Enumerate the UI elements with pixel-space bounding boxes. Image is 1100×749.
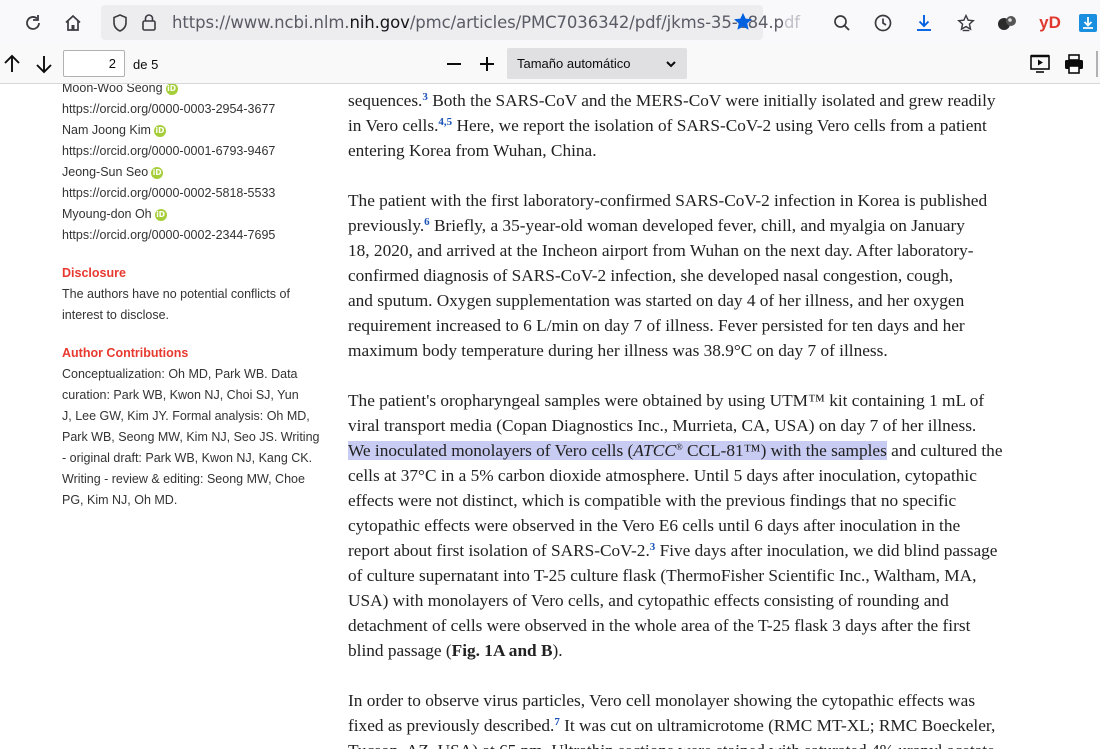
- contributions-text: Writing - review & editing: Seong MW, Ch…: [62, 472, 305, 486]
- reload-icon[interactable]: [17, 7, 49, 39]
- orcid-link[interactable]: https://orcid.org/0000-0002-5818-5533: [62, 186, 275, 200]
- previous-page-button[interactable]: [2, 53, 22, 80]
- author-row: Moon-Woo Seong iD: [62, 84, 178, 95]
- zoom-select[interactable]: Tamaño automático: [507, 48, 687, 79]
- text-line: entering Korea from Wuhan, China.: [348, 141, 597, 160]
- addon-yd-label: yD: [1039, 13, 1061, 32]
- author-name: Jeong-Sun Seo: [62, 165, 149, 179]
- author-row: Jeong-Sun Seo iD: [62, 165, 164, 179]
- browser-toolbar: https://www.ncbi.nlm.nih.gov/pmc/article…: [0, 0, 1100, 45]
- text-line: report about first isolation of SARS-CoV…: [348, 541, 998, 560]
- text-line: sequences.3 Both the SARS-CoV and the ME…: [348, 91, 996, 110]
- disclosure-text: The authors have no potential conflicts …: [62, 287, 290, 301]
- text-line: In order to observe virus particles, Ver…: [348, 691, 976, 710]
- text-line: previously.6 Briefly, a 35-year-old woma…: [348, 216, 965, 235]
- addon-pills-icon[interactable]: [991, 7, 1023, 39]
- page-count-label: de 5: [133, 57, 159, 72]
- addon-download-icon[interactable]: [1076, 7, 1100, 39]
- toolbar-separator: [1096, 51, 1098, 77]
- shield-icon[interactable]: [111, 13, 129, 38]
- text-selection[interactable]: We inoculated monolayers of Vero cells (…: [348, 441, 887, 460]
- pdf-page: Moon-Woo Seong iD https://orcid.org/0000-…: [0, 84, 1100, 749]
- contributions-heading: Author Contributions: [62, 346, 189, 360]
- orcid-icon[interactable]: iD: [165, 84, 178, 95]
- chevron-down-icon: [665, 57, 677, 75]
- text-line: We inoculated monolayers of Vero cells (…: [348, 441, 1003, 460]
- text-line: USA) with monolayers of Vero cells, and …: [348, 591, 949, 610]
- contributions-text: PG, Kim NJ, Oh MD.: [62, 493, 178, 507]
- pdf-toolbar: 2 de 5 Tamaño automático: [0, 45, 1100, 84]
- text-line: and sputum. Oxygen supplementation was s…: [348, 291, 965, 310]
- text-line: of culture supernatant into T-25 culture…: [348, 566, 977, 585]
- extensions-icon[interactable]: [950, 7, 982, 39]
- zoom-in-button[interactable]: [477, 54, 497, 79]
- text-line: cells at 37°C in a 5% carbon dioxide atm…: [348, 466, 977, 485]
- orcid-icon[interactable]: iD: [151, 167, 164, 179]
- orcid-icon[interactable]: iD: [154, 209, 167, 221]
- addon-yd-icon[interactable]: yD: [1033, 7, 1067, 39]
- presentation-mode-icon[interactable]: [1029, 53, 1051, 80]
- orcid-icon[interactable]: iD: [153, 125, 166, 137]
- address-bar[interactable]: https://www.ncbi.nlm.nih.gov/pmc/article…: [101, 5, 800, 40]
- text-line: blind passage (Fig. 1A and B).: [348, 641, 563, 660]
- author-row: Myoung-don Oh iD: [62, 207, 167, 221]
- author-name: Myoung-don Oh: [62, 207, 152, 221]
- url-text: https://www.ncbi.nlm.nih.gov/pmc/article…: [172, 13, 801, 32]
- text-line: The patient with the first laboratory-co…: [348, 191, 988, 210]
- text-line: effects were not distinct, which is comp…: [348, 491, 957, 510]
- bookmark-star-icon[interactable]: [732, 11, 754, 38]
- contributions-text: Conceptualization: Oh MD, Park WB. Data: [62, 367, 298, 381]
- contributions-text: J, Lee GW, Kim JY. Formal analysis: Oh M…: [62, 409, 310, 423]
- search-icon[interactable]: [826, 7, 858, 39]
- zoom-select-label: Tamaño automático: [517, 56, 631, 71]
- contributions-text: Park WB, Seong MW, Kim NJ, Seo JS. Writi…: [62, 430, 320, 444]
- text-line: The patient's oropharyngeal samples were…: [348, 391, 985, 410]
- text-line: viral transport media (Copan Diagnostics…: [348, 416, 977, 435]
- citation-link[interactable]: 4,5: [438, 116, 452, 128]
- next-page-button[interactable]: [34, 53, 54, 80]
- home-icon[interactable]: [57, 7, 89, 39]
- orcid-link[interactable]: https://orcid.org/0000-0003-2954-3677: [62, 102, 275, 116]
- print-icon[interactable]: [1063, 53, 1085, 80]
- author-row: Nam Joong Kim iD: [62, 123, 166, 137]
- text-line: cytopathic effects were observed in the …: [348, 516, 961, 535]
- history-icon[interactable]: [867, 7, 899, 39]
- text-line: detachment of cells were observed in the…: [348, 616, 971, 635]
- text-line: confirmed diagnosis of SARS-CoV-2 infect…: [348, 266, 954, 285]
- figure-link[interactable]: Fig. 1A and B: [452, 641, 553, 660]
- text-line: fixed as previously described.7 It was c…: [348, 716, 996, 735]
- author-name: Moon-Woo Seong: [62, 84, 163, 95]
- zoom-out-button[interactable]: [444, 54, 464, 79]
- text-line: in Vero cells.4,5 Here, we report the is…: [348, 116, 987, 135]
- text-line: 18, 2020, and arrived at the Incheon air…: [348, 241, 974, 260]
- disclosure-text: interest to disclose.: [62, 308, 169, 322]
- text-line: maximum body temperature during her illn…: [348, 341, 888, 360]
- text-line: Tucson, AZ, USA) at 65 nm. Ultrathin sec…: [348, 741, 995, 749]
- contributions-text: curation: Park WB, Kwon NJ, Choi SJ, Yun: [62, 388, 299, 402]
- download-icon[interactable]: [908, 7, 940, 39]
- lock-icon[interactable]: [141, 12, 157, 37]
- disclosure-heading: Disclosure: [62, 266, 126, 280]
- author-name: Nam Joong Kim: [62, 123, 151, 137]
- page-number-input[interactable]: 2: [63, 50, 125, 77]
- text-line: requirement increased to 6 L/min on day …: [348, 316, 965, 335]
- contributions-text: - original draft: Park WB, Kwon NJ, Kang…: [62, 451, 313, 465]
- orcid-link[interactable]: https://orcid.org/0000-0001-6793-9467: [62, 144, 275, 158]
- orcid-link[interactable]: https://orcid.org/0000-0002-2344-7695: [62, 228, 275, 242]
